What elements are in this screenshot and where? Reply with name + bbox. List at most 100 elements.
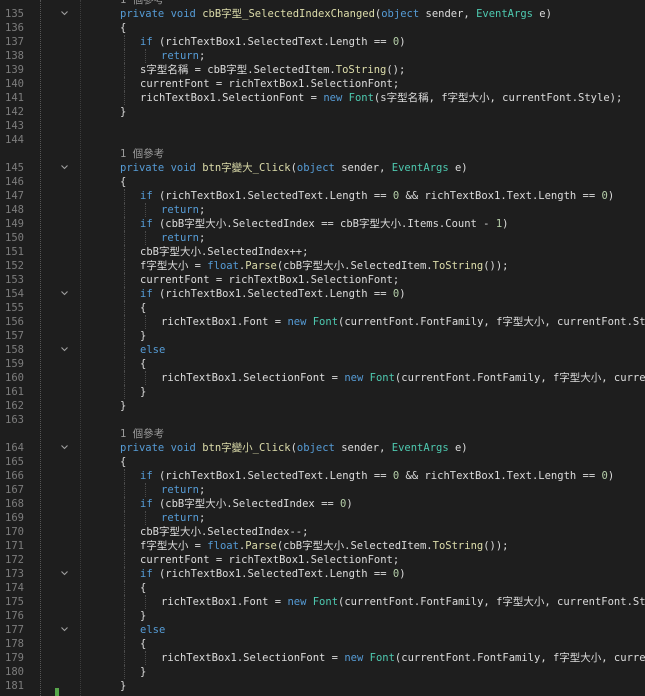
fold-collapse-icon[interactable] xyxy=(61,626,68,633)
code-text[interactable]: if (cbB字型大小.SelectedIndex == 0) xyxy=(140,497,353,511)
code-text[interactable]: if (richTextBox1.SelectedText.Length == … xyxy=(140,189,614,203)
code-line[interactable]: 140 currentFont = richTextBox1.SelectionF… xyxy=(0,77,645,91)
fold-collapse-icon[interactable] xyxy=(61,444,68,451)
code-line[interactable]: 170 cbB字型大小.SelectedIndex--; xyxy=(0,525,645,539)
code-text[interactable]: return; xyxy=(161,49,205,63)
code-text[interactable]: return; xyxy=(161,231,205,245)
code-text[interactable]: } xyxy=(140,609,146,623)
code-line[interactable]: 171 f字型大小 = float.Parse(cbB字型大小.SelectedI… xyxy=(0,539,645,553)
code-text[interactable]: else xyxy=(140,623,165,637)
codelens-row[interactable]: 1 個參考 xyxy=(0,0,645,7)
codelens-references-link[interactable]: 1 個參考 xyxy=(120,427,164,441)
code-editor[interactable]: 1 個參考 135 private void cbB字型_SelectedIndex… xyxy=(0,0,645,696)
code-line[interactable]: 141 richTextBox1.SelectionFont = new Font… xyxy=(0,91,645,105)
code-line[interactable]: 146 { xyxy=(0,175,645,189)
code-line[interactable]: 166 if (richTextBox1.SelectedText.Length … xyxy=(0,469,645,483)
code-text[interactable]: { xyxy=(120,455,126,469)
code-line[interactable]: 152 f字型大小 = float.Parse(cbB字型大小.SelectedI… xyxy=(0,259,645,273)
codelens-row[interactable]: 1 個參考 xyxy=(0,147,645,161)
code-text[interactable]: richTextBox1.Font = new Font(currentFont… xyxy=(161,595,645,609)
code-line[interactable]: 162} xyxy=(0,399,645,413)
code-line[interactable]: 177 else xyxy=(0,623,645,637)
code-line[interactable]: 149 if (cbB字型大小.SelectedIndex == cbB字型大小.… xyxy=(0,217,645,231)
code-text[interactable]: f字型大小 = float.Parse(cbB字型大小.SelectedItem… xyxy=(140,539,509,553)
code-line[interactable]: 151 cbB字型大小.SelectedIndex++; xyxy=(0,245,645,259)
code-text[interactable]: { xyxy=(120,175,126,189)
code-line[interactable]: 168 if (cbB字型大小.SelectedIndex == 0) xyxy=(0,497,645,511)
code-text[interactable]: currentFont = richTextBox1.SelectionFont… xyxy=(140,77,399,91)
code-text[interactable]: { xyxy=(140,637,146,651)
code-text[interactable]: richTextBox1.Font = new Font(currentFont… xyxy=(161,315,645,329)
code-line[interactable]: 178 { xyxy=(0,637,645,651)
code-line[interactable]: 173 if (richTextBox1.SelectedText.Length … xyxy=(0,567,645,581)
fold-collapse-icon[interactable] xyxy=(61,346,68,353)
fold-collapse-icon[interactable] xyxy=(61,570,68,577)
code-line[interactable]: 153 currentFont = richTextBox1.SelectionF… xyxy=(0,273,645,287)
code-text[interactable]: cbB字型大小.SelectedIndex++; xyxy=(140,245,308,259)
code-line[interactable]: 164 private void btn字變小_Click(object send… xyxy=(0,441,645,455)
code-text[interactable]: richTextBox1.SelectionFont = new Font(cu… xyxy=(161,651,645,665)
code-text[interactable]: richTextBox1.SelectionFont = new Font(cu… xyxy=(161,371,645,385)
code-line[interactable]: 180} xyxy=(0,665,645,679)
code-line[interactable]: 169 return; xyxy=(0,511,645,525)
code-line[interactable]: 174 { xyxy=(0,581,645,595)
code-text[interactable]: s字型名稱 = cbB字型.SelectedItem.ToString(); xyxy=(140,63,405,77)
code-text[interactable]: } xyxy=(120,399,126,413)
code-line[interactable]: 167 return; xyxy=(0,483,645,497)
fold-collapse-icon[interactable] xyxy=(61,10,68,17)
code-line[interactable]: 160 richTextBox1.SelectionFont = new Font… xyxy=(0,371,645,385)
code-line[interactable]: 163 xyxy=(0,413,645,427)
code-text[interactable]: } xyxy=(140,385,146,399)
code-line[interactable]: 172 currentFont = richTextBox1.SelectionF… xyxy=(0,553,645,567)
code-line[interactable]: 156 richTextBox1.Font = new Font(currentF… xyxy=(0,315,645,329)
code-text[interactable]: private void btn字變大_Click(object sender,… xyxy=(120,161,468,175)
code-text[interactable]: richTextBox1.SelectionFont = new Font(s字… xyxy=(140,91,622,105)
fold-collapse-icon[interactable] xyxy=(61,164,68,171)
code-text[interactable]: } xyxy=(120,105,126,119)
code-line[interactable]: 147 if (richTextBox1.SelectedText.Length … xyxy=(0,189,645,203)
code-line[interactable]: 175 richTextBox1.Font = new Font(currentF… xyxy=(0,595,645,609)
codelens-references-link[interactable]: 1 個參考 xyxy=(120,147,164,161)
code-line[interactable]: 144 xyxy=(0,133,645,147)
code-line[interactable]: 181} xyxy=(0,679,645,693)
code-text[interactable]: { xyxy=(120,21,126,35)
code-text[interactable]: if (richTextBox1.SelectedText.Length == … xyxy=(140,35,406,49)
codelens-references-link[interactable]: 1 個參考 xyxy=(120,0,164,7)
code-text[interactable]: currentFont = richTextBox1.SelectionFont… xyxy=(140,273,399,287)
code-line[interactable]: 143 xyxy=(0,119,645,133)
code-line[interactable]: 150 return; xyxy=(0,231,645,245)
code-text[interactable]: if (cbB字型大小.SelectedIndex == cbB字型大小.Ite… xyxy=(140,217,509,231)
code-text[interactable]: if (richTextBox1.SelectedText.Length == … xyxy=(140,287,406,301)
code-line[interactable]: 158 else xyxy=(0,343,645,357)
code-line[interactable]: 142} xyxy=(0,105,645,119)
code-line[interactable]: 157} xyxy=(0,329,645,343)
code-text[interactable]: private void btn字變小_Click(object sender,… xyxy=(120,441,468,455)
code-text[interactable]: else xyxy=(140,343,165,357)
code-text[interactable]: if (richTextBox1.SelectedText.Length == … xyxy=(140,567,406,581)
code-line[interactable]: 136 { xyxy=(0,21,645,35)
code-text[interactable]: cbB字型大小.SelectedIndex--; xyxy=(140,525,308,539)
code-line[interactable]: 176} xyxy=(0,609,645,623)
code-line[interactable]: 161} xyxy=(0,385,645,399)
codelens-row[interactable]: 1 個參考 xyxy=(0,427,645,441)
code-text[interactable]: f字型大小 = float.Parse(cbB字型大小.SelectedItem… xyxy=(140,259,509,273)
code-line[interactable]: 155 { xyxy=(0,301,645,315)
code-text[interactable]: return; xyxy=(161,483,205,497)
code-line[interactable]: 145 private void btn字變大_Click(object send… xyxy=(0,161,645,175)
fold-collapse-icon[interactable] xyxy=(61,290,68,297)
code-line[interactable]: 165 { xyxy=(0,455,645,469)
code-text[interactable]: } xyxy=(140,665,146,679)
code-text[interactable]: return; xyxy=(161,203,205,217)
code-text[interactable]: } xyxy=(140,329,146,343)
code-line[interactable]: 139 s字型名稱 = cbB字型.SelectedItem.ToString()… xyxy=(0,63,645,77)
code-text[interactable]: { xyxy=(140,357,146,371)
code-line[interactable]: 159 { xyxy=(0,357,645,371)
code-text[interactable]: } xyxy=(120,679,126,693)
code-line[interactable]: 137 if (richTextBox1.SelectedText.Length … xyxy=(0,35,645,49)
code-text[interactable]: currentFont = richTextBox1.SelectionFont… xyxy=(140,553,399,567)
code-line[interactable]: 148 return; xyxy=(0,203,645,217)
code-text[interactable]: { xyxy=(140,581,146,595)
code-text[interactable]: if (richTextBox1.SelectedText.Length == … xyxy=(140,469,614,483)
code-line[interactable]: 179 richTextBox1.SelectionFont = new Font… xyxy=(0,651,645,665)
code-line[interactable]: 154 if (richTextBox1.SelectedText.Length … xyxy=(0,287,645,301)
